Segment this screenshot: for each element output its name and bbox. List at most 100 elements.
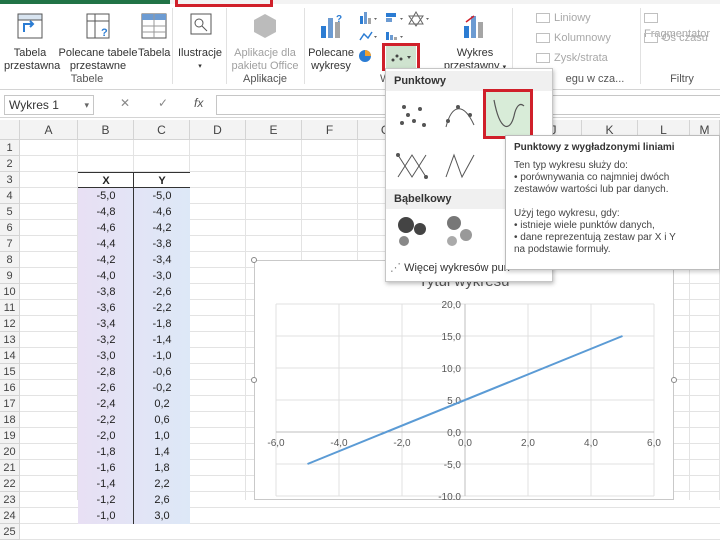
select-all-corner[interactable]	[0, 120, 20, 140]
slicer-button[interactable]: Fragmentator	[644, 10, 720, 40]
row-header[interactable]: 17	[0, 396, 20, 412]
table-cell[interactable]: 1,0	[134, 428, 190, 444]
table-cell[interactable]: -1,8	[134, 316, 190, 332]
hierarchy-chart-icon[interactable]	[386, 13, 403, 22]
name-box[interactable]: Wykres 1 ▾	[4, 95, 94, 115]
table-cell[interactable]: -4,2	[134, 220, 190, 236]
table-cell[interactable]: -4,8	[78, 204, 134, 220]
table-cell[interactable]: -3,2	[78, 332, 134, 348]
row-header[interactable]: 20	[0, 444, 20, 460]
row-header[interactable]: 24	[0, 508, 20, 524]
row-header[interactable]: 3	[0, 172, 20, 188]
enter-icon[interactable]: ✓	[158, 96, 168, 110]
resize-handle-left[interactable]	[251, 377, 257, 383]
chevron-down-icon[interactable]: ▾	[84, 96, 89, 114]
table-cell[interactable]: -0,6	[134, 364, 190, 380]
row-header[interactable]: 13	[0, 332, 20, 348]
table-cell[interactable]: 2,2	[134, 476, 190, 492]
table-button[interactable]: Tabela	[138, 12, 170, 60]
table-cell[interactable]: -1,4	[134, 332, 190, 348]
column-header[interactable]: C	[134, 120, 190, 140]
insert-function-button[interactable]: fx	[194, 96, 203, 110]
table-header-cell[interactable]: Y	[134, 172, 190, 188]
column-chart-icon[interactable]	[360, 12, 377, 24]
sparkline-line-button[interactable]: Liniowy	[536, 10, 591, 26]
table-cell[interactable]: -3,4	[78, 316, 134, 332]
table-cell[interactable]: -1,2	[78, 492, 134, 508]
table-cell[interactable]: -2,2	[78, 412, 134, 428]
table-cell[interactable]: -4,6	[134, 204, 190, 220]
row-header[interactable]: 2	[0, 156, 20, 172]
bubble-3d-chart-icon[interactable]	[440, 211, 480, 251]
table-cell[interactable]: -1,4	[78, 476, 134, 492]
row-header[interactable]: 16	[0, 380, 20, 396]
table-cell[interactable]: -3,8	[134, 236, 190, 252]
table-cell[interactable]: -3,0	[78, 348, 134, 364]
sparkline-column-button[interactable]: Kolumnowy	[536, 30, 611, 46]
table-cell[interactable]: -0,2	[134, 380, 190, 396]
table-cell[interactable]: -1,0	[78, 508, 134, 524]
bubble-chart-icon[interactable]	[392, 211, 432, 251]
row-header[interactable]: 22	[0, 476, 20, 492]
pivot-chart-button[interactable]: Wykres przestawny ▾	[440, 12, 510, 74]
table-cell[interactable]: 1,4	[134, 444, 190, 460]
column-header[interactable]: E	[246, 120, 302, 140]
row-header[interactable]: 15	[0, 364, 20, 380]
row-header[interactable]: 14	[0, 348, 20, 364]
table-cell[interactable]: 0,6	[134, 412, 190, 428]
illustrations-button[interactable]: Ilustracje ▾	[176, 12, 224, 73]
row-header[interactable]: 10	[0, 284, 20, 300]
table-cell[interactable]: -4,6	[78, 220, 134, 236]
line-chart-icon[interactable]	[359, 31, 377, 41]
pie-chart-icon[interactable]	[359, 50, 371, 62]
table-cell[interactable]: -3,0	[134, 268, 190, 284]
table-cell[interactable]: -1,0	[134, 348, 190, 364]
row-header[interactable]: 11	[0, 300, 20, 316]
resize-handle-right[interactable]	[671, 377, 677, 383]
row-header[interactable]: 21	[0, 460, 20, 476]
table-cell[interactable]: -5,0	[134, 188, 190, 204]
column-header[interactable]: D	[190, 120, 246, 140]
column-header[interactable]: A	[20, 120, 78, 140]
row-header[interactable]: 18	[0, 412, 20, 428]
statistic-chart-icon[interactable]	[386, 32, 403, 40]
table-cell[interactable]: -4,4	[78, 236, 134, 252]
table-cell[interactable]: -1,8	[78, 444, 134, 460]
column-header[interactable]: B	[78, 120, 134, 140]
cancel-icon[interactable]: ✕	[120, 96, 130, 110]
scatter-smooth-markers-icon[interactable]	[440, 95, 480, 135]
row-header[interactable]: 5	[0, 204, 20, 220]
row-header[interactable]: 9	[0, 268, 20, 284]
table-cell[interactable]: 1,8	[134, 460, 190, 476]
table-cell[interactable]: 2,6	[134, 492, 190, 508]
row-header[interactable]: 6	[0, 220, 20, 236]
row-header[interactable]: 8	[0, 252, 20, 268]
resize-handle-top-left[interactable]	[251, 257, 257, 263]
table-cell[interactable]: -4,2	[78, 252, 134, 268]
row-header[interactable]: 12	[0, 316, 20, 332]
sparkline-winloss-button[interactable]: Zysk/strata	[536, 50, 608, 66]
table-cell[interactable]: -2,4	[78, 396, 134, 412]
row-header[interactable]: 23	[0, 492, 20, 508]
table-cell[interactable]: -3,4	[134, 252, 190, 268]
table-cell[interactable]: -2,6	[78, 380, 134, 396]
row-header[interactable]: 7	[0, 236, 20, 252]
table-cell[interactable]: -2,6	[134, 284, 190, 300]
scatter-straight-markers-icon[interactable]	[392, 147, 432, 187]
scatter-markers-icon[interactable]	[392, 95, 432, 135]
row-header[interactable]: 25	[0, 524, 20, 540]
row-header[interactable]: 4	[0, 188, 20, 204]
table-cell[interactable]: -3,6	[78, 300, 134, 316]
table-cell[interactable]: -5,0	[78, 188, 134, 204]
table-cell[interactable]: -1,6	[78, 460, 134, 476]
table-cell[interactable]: -2,8	[78, 364, 134, 380]
table-header-cell[interactable]: X	[78, 172, 134, 188]
scatter-straight-lines-icon[interactable]	[440, 147, 480, 187]
table-cell[interactable]: -2,0	[78, 428, 134, 444]
row-header[interactable]: 19	[0, 428, 20, 444]
pivot-table-button[interactable]: Tabela przestawna	[4, 12, 60, 73]
timeline-button[interactable]: Oś czasu	[644, 30, 708, 46]
table-cell[interactable]: 0,2	[134, 396, 190, 412]
more-scatter-charts-link[interactable]: ⋰ Więcej wykresów pun	[390, 261, 510, 274]
row-header[interactable]: 1	[0, 140, 20, 156]
